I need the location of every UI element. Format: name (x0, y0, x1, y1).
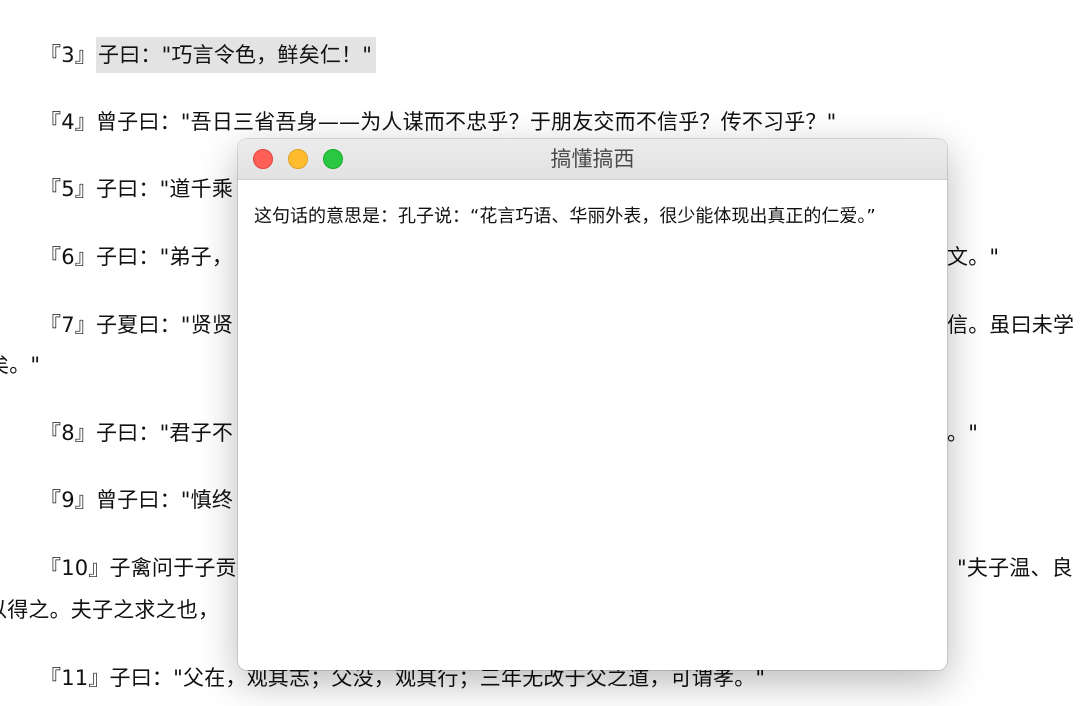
entry-number: 『10』 (40, 556, 110, 580)
entry-text: 文。" (947, 245, 1000, 269)
entry-text: 曾子曰："吾日三省吾身——为人谋而不忠乎？于朋友交而不信乎？传不习乎？" (95, 110, 837, 134)
selected-text[interactable]: 子曰："巧言令色，鲜矣仁！" (95, 37, 377, 73)
entry-text: 以得之。夫子之求之也， (0, 598, 220, 622)
entry-number: 『3』 (40, 43, 96, 67)
entry-text: 曾子曰："慎终 (95, 488, 234, 512)
entry-number: 『7』 (40, 313, 96, 337)
window-title: 搞懂搞西 (550, 147, 635, 171)
document-line-10-tail: "夫子温、良 (957, 554, 1073, 582)
translation-window[interactable]: 搞懂搞西 这句话的意思是：孔子说：“花言巧语、华丽外表，很少能体现出真正的仁爱。… (238, 139, 947, 670)
entry-number: 『8』 (40, 421, 96, 445)
document-line-7: 『7』子夏曰："贤贤 (40, 311, 233, 339)
document-line-6: 『6』子曰："弟子， (40, 243, 233, 271)
document-line-3: 『3』子曰："巧言令色，鲜矣仁！" (40, 37, 377, 73)
document-line-4: 『4』曾子曰："吾日三省吾身——为人谋而不忠乎？于朋友交而不信乎？传不习乎？" (40, 108, 836, 136)
document-line-8-tail: 。" (947, 419, 978, 447)
entry-number: 『11』 (40, 666, 110, 690)
document-line-10-wrap: 以得之。夫子之求之也， (0, 596, 219, 624)
entry-text: 子曰："道千乘 (95, 177, 234, 201)
document-line-6-tail: 文。" (947, 243, 999, 271)
entry-text: 。" (947, 421, 979, 445)
document-line-5: 『5』子曰："道千乘 (40, 175, 233, 203)
entry-number: 『6』 (40, 245, 96, 269)
entry-text: 子曰："弟子， (95, 245, 234, 269)
entry-number: 『5』 (40, 177, 96, 201)
document-line-7-wrap: 矣。" (0, 351, 40, 379)
document-line-7-tail: 信。虽曰未学 (947, 311, 1074, 339)
entry-text: 子曰："君子不 (95, 421, 234, 445)
entry-text: 子禽问于子贡 (109, 556, 237, 580)
translation-text: 这句话的意思是：孔子说：“花言巧语、华丽外表，很少能体现出真正的仁爱。” (254, 206, 876, 227)
entry-text: "夫子温、良 (957, 556, 1073, 580)
entry-number: 『4』 (40, 110, 96, 134)
document-line-9: 『9』曾子曰："慎终 (40, 486, 233, 514)
document-line-8: 『8』子曰："君子不 (40, 419, 233, 447)
entry-text: 信。虽曰未学 (947, 313, 1075, 337)
entry-text: 矣。" (0, 353, 41, 377)
document-line-10: 『10』子禽问于子贡 (40, 554, 237, 582)
title-bar[interactable]: 搞懂搞西 (238, 139, 947, 180)
entry-number: 『9』 (40, 488, 96, 512)
entry-text: 子夏曰："贤贤 (95, 313, 234, 337)
